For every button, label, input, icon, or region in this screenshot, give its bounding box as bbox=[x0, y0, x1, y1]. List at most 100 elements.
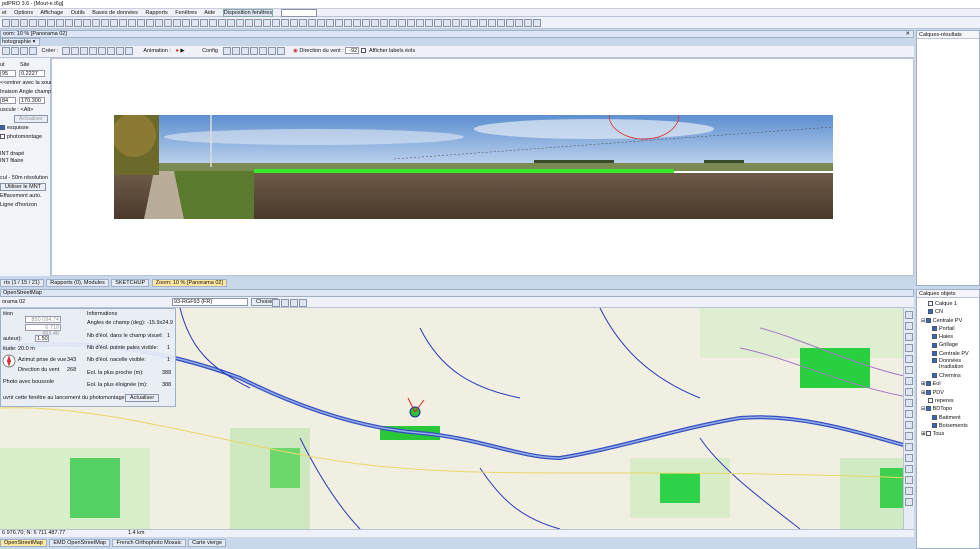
tool-icon[interactable] bbox=[263, 19, 271, 27]
layer-item[interactable]: ⊞ PDV bbox=[917, 389, 979, 397]
tab-openstreetmap[interactable]: OpenStreetMap bbox=[0, 539, 47, 547]
record-icon[interactable]: ● bbox=[175, 48, 178, 54]
tool-icon[interactable] bbox=[124, 46, 133, 55]
field[interactable]: 170.300 bbox=[19, 97, 45, 104]
layer-item[interactable]: ⊟ Centrale PV bbox=[917, 317, 979, 325]
layer-checkbox[interactable] bbox=[925, 381, 931, 387]
tool-icon[interactable] bbox=[276, 46, 285, 55]
tool-icon[interactable] bbox=[61, 46, 70, 55]
coord-x-field[interactable]: 850 094.74 bbox=[25, 316, 61, 323]
tool-icon[interactable] bbox=[362, 19, 370, 27]
panorama-left-tab[interactable]: hotographie ▾ bbox=[0, 38, 40, 46]
tool-icon[interactable] bbox=[164, 19, 172, 27]
tool-icon[interactable] bbox=[47, 19, 55, 27]
projection-select[interactable]: 93-RGF93 (FR) bbox=[172, 298, 248, 306]
tool-icon[interactable] bbox=[425, 19, 433, 27]
tool-icon[interactable] bbox=[398, 19, 406, 27]
tool-icon[interactable] bbox=[20, 19, 28, 27]
tool-icon[interactable] bbox=[434, 19, 442, 27]
tool-icon[interactable] bbox=[97, 46, 106, 55]
layer-item[interactable]: Batiment bbox=[917, 414, 979, 422]
tool-icon[interactable] bbox=[11, 46, 19, 55]
close-icon[interactable]: ✕ bbox=[905, 31, 910, 38]
layer-checkbox[interactable] bbox=[925, 406, 931, 412]
layer-item[interactable]: Données Irradiation bbox=[917, 358, 979, 372]
tool-icon[interactable] bbox=[326, 19, 334, 27]
tab-rapports[interactable]: Rapports (0), Modules bbox=[46, 279, 109, 287]
use-mnt-button[interactable]: Utiliser le MNT bbox=[0, 183, 47, 191]
tool-icon[interactable] bbox=[200, 19, 208, 27]
tool-icon[interactable] bbox=[905, 344, 913, 352]
tool-icon[interactable] bbox=[335, 19, 343, 27]
tab-sketchup[interactable]: SKETCHUP bbox=[111, 279, 150, 287]
tool-icon[interactable] bbox=[533, 19, 541, 27]
coord-y-field[interactable]: 6 710 493.46 bbox=[25, 324, 61, 337]
field[interactable]: 0.2227 bbox=[19, 70, 45, 77]
tool-icon[interactable] bbox=[905, 333, 913, 341]
tool-icon[interactable] bbox=[308, 19, 316, 27]
menu-item[interactable]: Options bbox=[14, 10, 33, 16]
tool-icon[interactable] bbox=[905, 311, 913, 319]
tool-icon[interactable] bbox=[497, 19, 505, 27]
tool-icon[interactable] bbox=[281, 19, 289, 27]
tool-icon[interactable] bbox=[191, 19, 199, 27]
tool-icon[interactable] bbox=[905, 476, 913, 484]
layer-item[interactable]: reperes bbox=[917, 397, 979, 405]
layer-item[interactable]: Haies bbox=[917, 333, 979, 341]
tool-icon[interactable] bbox=[70, 46, 79, 55]
play-icon[interactable]: ▶ bbox=[180, 48, 184, 54]
tool-icon[interactable] bbox=[524, 19, 532, 27]
panorama-canvas[interactable] bbox=[51, 58, 914, 276]
tool-icon[interactable] bbox=[905, 443, 913, 451]
tool-icon[interactable] bbox=[218, 19, 226, 27]
tool-icon[interactable] bbox=[11, 19, 19, 27]
tool-icon[interactable] bbox=[461, 19, 469, 27]
tool-icon[interactable] bbox=[905, 454, 913, 462]
tool-icon[interactable] bbox=[905, 355, 913, 363]
menu-item[interactable]: Rapports bbox=[145, 10, 167, 16]
tool-icon[interactable] bbox=[74, 19, 82, 27]
tool-icon[interactable] bbox=[515, 19, 523, 27]
esquisse-checkbox[interactable] bbox=[0, 125, 5, 131]
tool-icon[interactable] bbox=[506, 19, 514, 27]
tab-emd-openstreetmap[interactable]: EMD OpenStreetMap bbox=[49, 539, 110, 547]
tool-icon[interactable] bbox=[20, 46, 28, 55]
tool-icon[interactable] bbox=[389, 19, 397, 27]
layer-item[interactable]: ⊞ Tous bbox=[917, 430, 979, 438]
tool-icon[interactable] bbox=[56, 19, 64, 27]
layer-checkbox[interactable] bbox=[928, 301, 933, 307]
tool-icon[interactable] bbox=[353, 19, 361, 27]
tool-icon[interactable] bbox=[146, 19, 154, 27]
tool-icon[interactable] bbox=[110, 19, 118, 27]
tool-icon[interactable] bbox=[92, 19, 100, 27]
tool-icon[interactable] bbox=[258, 46, 267, 55]
tool-icon[interactable] bbox=[245, 19, 253, 27]
resolution-select[interactable]: cul - 50m résolution bbox=[0, 175, 48, 181]
layer-item[interactable]: Centrale PV bbox=[917, 350, 979, 358]
tool-icon[interactable] bbox=[182, 19, 190, 27]
menu-item[interactable]: Aide bbox=[204, 10, 215, 16]
tool-icon[interactable] bbox=[371, 19, 379, 27]
layer-checkbox[interactable] bbox=[928, 309, 933, 315]
layer-checkbox[interactable] bbox=[932, 358, 937, 364]
tool-icon[interactable] bbox=[236, 19, 244, 27]
tool-icon[interactable] bbox=[2, 19, 10, 27]
labels-checkbox[interactable] bbox=[360, 48, 366, 54]
layer-checkbox[interactable] bbox=[925, 317, 931, 323]
layer-item[interactable]: Calque 1 bbox=[917, 300, 979, 308]
tab-orthophoto[interactable]: French Orthophoto Mosaic bbox=[112, 539, 186, 547]
actualiser-button[interactable]: Actualiser bbox=[125, 394, 160, 402]
tab-reports[interactable]: rts (1 / 15 / 21) bbox=[0, 279, 44, 287]
tool-icon[interactable] bbox=[905, 410, 913, 418]
layer-item[interactable]: Portail bbox=[917, 325, 979, 333]
field[interactable]: 95 bbox=[0, 70, 16, 78]
tool-icon[interactable] bbox=[227, 19, 235, 27]
layer-checkbox[interactable] bbox=[932, 373, 937, 379]
layer-checkbox[interactable] bbox=[932, 350, 937, 356]
layer-item[interactable]: ⊟ BDTopo bbox=[917, 405, 979, 413]
menu-item[interactable]: Affichage bbox=[40, 10, 63, 16]
layer-checkbox[interactable] bbox=[925, 389, 931, 395]
tool-icon[interactable] bbox=[209, 19, 217, 27]
tool-icon[interactable] bbox=[231, 46, 240, 55]
tool-icon[interactable] bbox=[290, 19, 298, 27]
